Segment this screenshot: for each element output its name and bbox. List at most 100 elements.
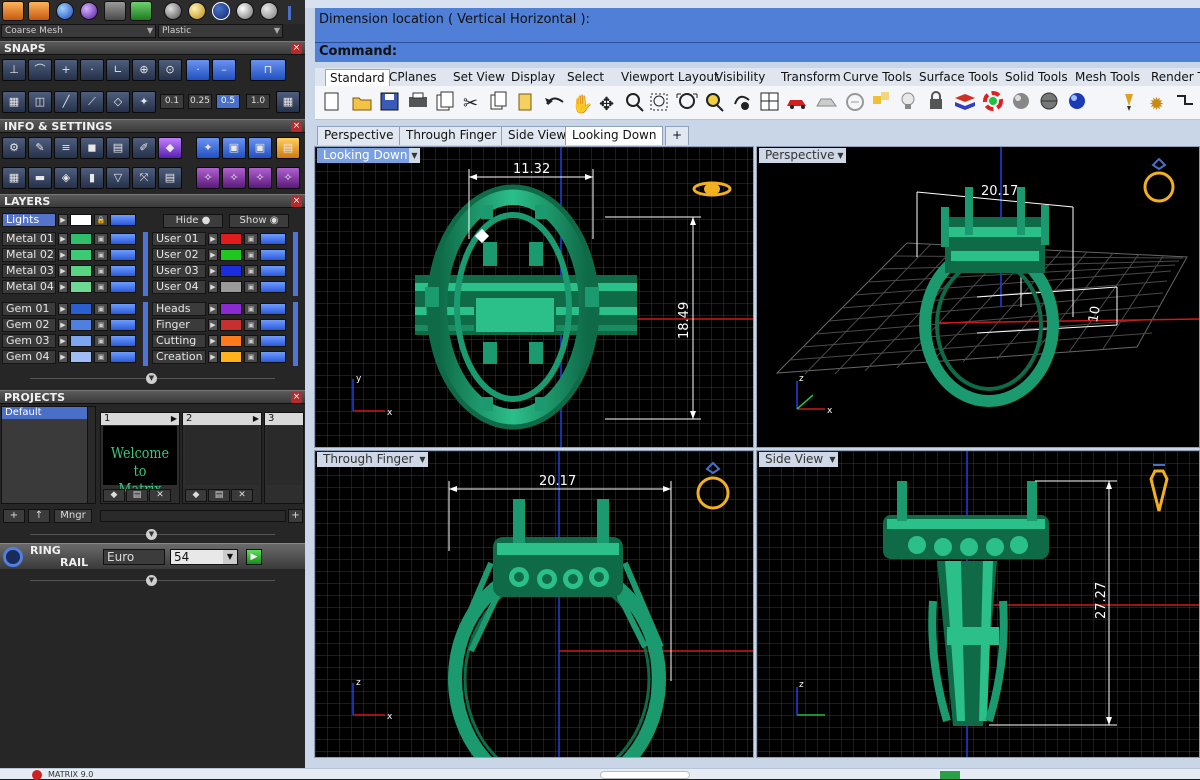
- layer-color-swatch[interactable]: [70, 319, 92, 331]
- visibility-icon[interactable]: [110, 281, 136, 293]
- layer-color-swatch[interactable]: [220, 265, 242, 277]
- lock-icon[interactable]: ▣: [244, 249, 258, 261]
- rendered-ball-icon[interactable]: [1069, 93, 1085, 109]
- lock-icon[interactable]: [930, 91, 942, 109]
- layer-name[interactable]: User 03: [152, 264, 206, 278]
- viewport-through-finger[interactable]: 20.17 x z Through Finger ▼: [314, 450, 754, 758]
- project-thumbnail[interactable]: [267, 426, 301, 485]
- project-thumbnail[interactable]: Welcome toMatrix: [103, 426, 177, 498]
- zoom-extents-icon[interactable]: [676, 93, 698, 109]
- chevron-down-icon[interactable]: ▼: [417, 452, 428, 467]
- render-preview-icon[interactable]: [816, 98, 837, 107]
- expand-icon[interactable]: ▶: [58, 233, 68, 245]
- expand-icon[interactable]: ▶: [208, 351, 218, 363]
- grid-toggle-button[interactable]: [130, 1, 152, 21]
- surface-snap-button[interactable]: ◇: [106, 91, 130, 113]
- viewport-tab[interactable]: Side View: [501, 126, 574, 145]
- layer-color-swatch[interactable]: [70, 214, 92, 226]
- chevron-down-icon[interactable]: ▼: [835, 148, 846, 163]
- layer-name[interactable]: Finger: [152, 318, 206, 332]
- delete-icon[interactable]: ✕: [149, 489, 171, 502]
- gem-sphere-icon[interactable]: [212, 2, 230, 20]
- chevron-down-icon[interactable]: ▼: [146, 373, 157, 384]
- save-icon[interactable]: [380, 92, 399, 111]
- layer-row[interactable]: User 04 ▶ ▣: [152, 280, 292, 294]
- layer-row[interactable]: Metal 02 ▶ ▣: [2, 248, 142, 262]
- layer-color-swatch[interactable]: [220, 233, 242, 245]
- zoom-window-icon[interactable]: [650, 93, 668, 111]
- layer-color-swatch[interactable]: [220, 249, 242, 261]
- play-icon[interactable]: ▶: [246, 549, 262, 565]
- lock-icon[interactable]: ▣: [244, 281, 258, 293]
- project-slot-2[interactable]: 2 ▶ ◆ ▤ ✕: [182, 412, 262, 504]
- ring-rail-collapse[interactable]: ▼: [0, 575, 305, 586]
- layer-color-swatch[interactable]: [220, 335, 242, 347]
- expand-icon[interactable]: ▶: [208, 319, 218, 331]
- light-icon[interactable]: ✦: [196, 137, 220, 159]
- layer-name[interactable]: User 01: [152, 232, 206, 246]
- save-icon[interactable]: ▤: [126, 489, 148, 502]
- layer-color-swatch[interactable]: [220, 351, 242, 363]
- visibility-icon[interactable]: [110, 351, 136, 363]
- layer-row[interactable]: Metal 04 ▶ ▣: [2, 280, 142, 294]
- pen-tool-icon[interactable]: [1125, 94, 1133, 111]
- visibility-icon[interactable]: [110, 335, 136, 347]
- shaded-sphere-icon[interactable]: [56, 2, 74, 20]
- layer-name[interactable]: Cutting: [152, 334, 206, 348]
- expand-icon[interactable]: ▶: [58, 351, 68, 363]
- expand-icon[interactable]: ▶: [58, 335, 68, 347]
- expand-icon[interactable]: ▶: [208, 335, 218, 347]
- menu-bar[interactable]: [305, 0, 1200, 8]
- lock-icon[interactable]: ▣: [94, 265, 108, 277]
- taskbar-app-icon[interactable]: [940, 771, 960, 779]
- snap-center-button[interactable]: ⊙: [158, 59, 182, 81]
- expand-icon[interactable]: ▶: [208, 249, 218, 261]
- command-area[interactable]: Dimension location ( Vertical Horizontal…: [315, 8, 1200, 62]
- expand-icon[interactable]: ▶: [58, 265, 68, 277]
- wireframe-mode-button[interactable]: [28, 1, 50, 21]
- render-window-icon[interactable]: ▣: [248, 137, 272, 159]
- snap-point-button[interactable]: ·: [80, 59, 104, 81]
- layer-name[interactable]: Gem 03: [2, 334, 56, 348]
- panel-splitter[interactable]: [288, 6, 291, 20]
- lock-icon[interactable]: ▣: [94, 249, 108, 261]
- snap-ortho-button[interactable]: ⊓: [250, 59, 286, 81]
- layer-color-swatch[interactable]: [70, 281, 92, 293]
- expand-icon[interactable]: ▶: [58, 281, 68, 293]
- toolbar-tab[interactable]: Visibility: [711, 69, 769, 86]
- expand-icon[interactable]: ▶: [208, 233, 218, 245]
- move-up-button[interactable]: ↑: [28, 509, 50, 523]
- smart-track-button[interactable]: ✦: [132, 91, 156, 113]
- visibility-icon[interactable]: [110, 303, 136, 315]
- save-icon[interactable]: ▤: [208, 489, 230, 502]
- sphere-icon[interactable]: [1013, 93, 1029, 109]
- delete-icon[interactable]: ✕: [231, 489, 253, 502]
- more-tools-icon[interactable]: [1177, 95, 1193, 105]
- material-icon[interactable]: ◆: [158, 137, 182, 159]
- visibility-icon[interactable]: [110, 233, 136, 245]
- close-icon[interactable]: ×: [291, 392, 302, 403]
- snap-value-4[interactable]: 1.0: [246, 94, 270, 109]
- layer-color-swatch[interactable]: [70, 265, 92, 277]
- project-list[interactable]: Default: [1, 406, 96, 504]
- lock-icon[interactable]: ▣: [244, 265, 258, 277]
- grid-settings-button[interactable]: ▦: [276, 91, 300, 113]
- display-icon[interactable]: ▬: [28, 167, 52, 189]
- manager-button[interactable]: Mngr: [54, 509, 92, 523]
- select-circle-icon[interactable]: [846, 93, 864, 111]
- toolbar-tab[interactable]: Curve Tools: [839, 69, 916, 86]
- expand-icon[interactable]: ▶: [58, 319, 68, 331]
- render-icon[interactable]: ▣: [222, 137, 246, 159]
- snap-value-1[interactable]: 0.1: [160, 94, 184, 109]
- load-icon[interactable]: ◆: [185, 489, 207, 502]
- render-settings-button[interactable]: [104, 1, 126, 21]
- viewport-layout-icon[interactable]: ▦: [2, 167, 26, 189]
- load-icon[interactable]: ◆: [103, 489, 125, 502]
- lights-layer-row[interactable]: Lights ▶ 🔒: [2, 213, 142, 227]
- visibility-icon[interactable]: [260, 351, 286, 363]
- expand-icon[interactable]: ▶: [58, 303, 68, 315]
- layer-row[interactable]: Gem 03 ▶ ▣: [2, 334, 142, 348]
- lock-icon[interactable]: ▣: [94, 303, 108, 315]
- layer-name[interactable]: Gem 02: [2, 318, 56, 332]
- lock-icon[interactable]: ▣: [94, 233, 108, 245]
